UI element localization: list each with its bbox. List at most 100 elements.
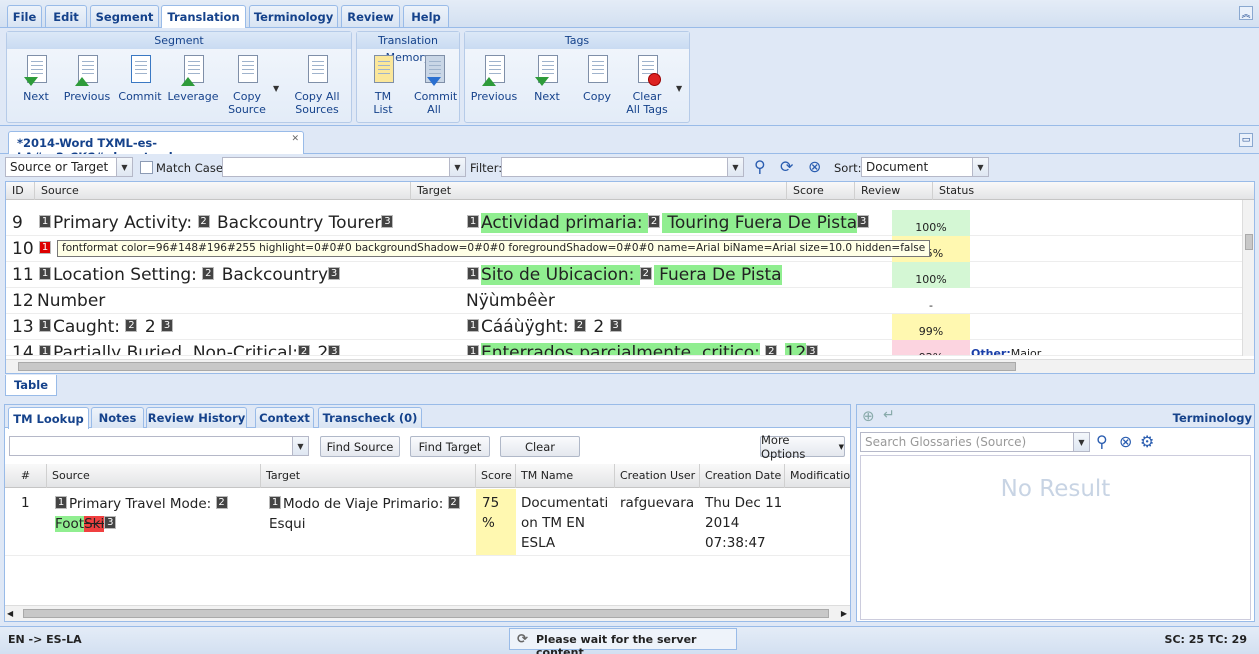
document-tab[interactable]: *2014-Word TXML-es-LA#rv2_CKC#.docx.txml…: [8, 131, 304, 164]
tag-3-icon: 3: [857, 214, 870, 228]
more-options-button[interactable]: More Options ▼: [760, 433, 845, 461]
col-tm-score[interactable]: Score: [476, 464, 516, 488]
copy-source-dropdown-icon[interactable]: ▼: [273, 84, 279, 93]
target-text[interactable]: 1 Actividad primaria: 2 Touring Fuera De …: [467, 210, 891, 236]
target-text[interactable]: Nÿùmbêèr: [466, 288, 890, 314]
segment-id: 11: [12, 265, 34, 285]
source-text[interactable]: Number: [37, 288, 457, 314]
col-modification[interactable]: Modification: [785, 464, 850, 488]
col-tm-source[interactable]: Source: [47, 464, 261, 488]
target-text[interactable]: 1 Cááùÿght: 2 2 3: [467, 314, 891, 340]
tag-3-icon: 3: [381, 214, 394, 228]
next-segment-icon: [22, 54, 50, 86]
col-creation-user[interactable]: Creation User: [615, 464, 700, 488]
commit-button[interactable]: Commit: [117, 54, 163, 103]
clear-all-tags-button[interactable]: Clear All Tags: [623, 54, 671, 116]
table-row[interactable]: 13 1 Caught: 2 2 3 1 Cááùÿght: 2 2 3 99%: [6, 314, 1242, 340]
table-row[interactable]: 11 1 Location Setting: 2 Backcountry 3 1 Si…: [6, 262, 1242, 288]
vertical-scrollbar[interactable]: [1242, 200, 1254, 356]
target-part: Actividad primaria:: [481, 213, 643, 233]
collapse-ribbon-icon[interactable]: ︽: [1239, 6, 1253, 20]
copy-tag-button[interactable]: Copy: [577, 54, 617, 103]
tab-translation[interactable]: Translation: [161, 5, 246, 28]
col-source[interactable]: Source: [35, 182, 411, 200]
scroll-thumb[interactable]: [18, 362, 1016, 371]
source-text[interactable]: 1 Caught: 2 2 3: [39, 314, 459, 340]
source-part: Location Setting:: [53, 265, 197, 285]
col-tm-name[interactable]: TM Name: [516, 464, 615, 488]
col-id[interactable]: ID: [6, 182, 35, 200]
col-tm-target[interactable]: Target: [261, 464, 476, 488]
tab-review-history[interactable]: Review History: [146, 407, 247, 428]
scroll-thumb[interactable]: [1245, 234, 1253, 250]
col-status[interactable]: Status: [933, 182, 1254, 200]
tab-edit[interactable]: Edit: [45, 5, 87, 27]
segment-counts: SC: 25 TC: 29: [1164, 633, 1247, 646]
col-target[interactable]: Target: [411, 182, 787, 200]
tm-horizontal-scrollbar[interactable]: ◀ ▶: [5, 605, 850, 621]
table-view-tab[interactable]: Table: [5, 375, 57, 396]
search-icon[interactable]: ⚲: [1096, 434, 1108, 450]
target-text[interactable]: 1 Enterrados parcialmente, critico: 2 12 3: [467, 340, 891, 355]
find-source-button[interactable]: Find Source: [320, 436, 400, 457]
tag-1-icon: 1: [39, 318, 51, 332]
tab-transcheck[interactable]: Transcheck (0): [318, 407, 422, 428]
find-target-button[interactable]: Find Target: [410, 436, 490, 457]
insert-term-icon[interactable]: ↵: [883, 407, 895, 423]
source-text[interactable]: 1 Partially Buried, Non-Critical: 2 23: [39, 340, 459, 355]
match-case-checkbox[interactable]: [140, 161, 153, 174]
tag-3-icon: 3: [806, 344, 819, 355]
tm-result-row[interactable]: 1 1 Primary Travel Mode: 2 FootSki 3 1 Modo …: [5, 489, 850, 556]
tab-segment[interactable]: Segment: [90, 5, 159, 27]
col-score[interactable]: Score: [787, 182, 855, 200]
tm-list-button[interactable]: TM List: [363, 54, 403, 116]
tm-result-target: 1 Modo de Viaje Primario: 2 Esqui: [269, 494, 474, 534]
tab-help[interactable]: Help: [403, 5, 449, 27]
glossary-search-input[interactable]: Search Glossaries (Source) ▼: [860, 432, 1090, 452]
tab-review[interactable]: Review: [341, 5, 400, 27]
clear-search-icon[interactable]: ⊗: [808, 159, 821, 175]
source-text[interactable]: 1 Location Setting: 2 Backcountry 3: [39, 262, 459, 288]
search-scope-select[interactable]: Source or Target ▼: [5, 157, 133, 177]
next-tag-button[interactable]: Next: [527, 54, 567, 103]
clear-search-icon[interactable]: ⊗: [1119, 434, 1132, 450]
filter-select[interactable]: ▼: [501, 157, 744, 177]
search-next-icon[interactable]: ⟳: [780, 159, 793, 175]
table-row[interactable]: 9 1 Primary Activity: 2 Backcountry Toure…: [6, 210, 1242, 236]
col-review[interactable]: Review: [855, 182, 933, 200]
tab-context[interactable]: Context: [255, 407, 314, 428]
search-input[interactable]: ▼: [222, 157, 466, 177]
sort-select[interactable]: Document ▼: [861, 157, 989, 177]
clear-tags-dropdown-icon[interactable]: ▼: [676, 84, 682, 93]
source-text[interactable]: 1 Primary Activity: 2 Backcountry Tourer 3: [39, 210, 459, 236]
maximize-icon[interactable]: ▭: [1239, 133, 1253, 147]
horizontal-scrollbar[interactable]: [6, 359, 1254, 373]
table-row[interactable]: 14 1 Partially Buried, Non-Critical: 2 23 …: [6, 340, 1242, 356]
tab-file[interactable]: File: [7, 5, 42, 27]
commit-all-button[interactable]: Commit All: [411, 54, 457, 116]
tm-search-input[interactable]: ▼: [9, 436, 309, 456]
search-icon[interactable]: ⚲: [754, 159, 766, 175]
tab-tm-lookup[interactable]: TM Lookup: [8, 407, 89, 429]
tab-terminology[interactable]: Terminology: [249, 5, 338, 27]
previous-tag-button[interactable]: Previous: [469, 54, 519, 103]
next-segment-button[interactable]: Next: [15, 54, 57, 103]
previous-segment-button[interactable]: Previous: [62, 54, 112, 103]
gear-icon[interactable]: ⚙: [1140, 434, 1154, 450]
copy-source-button[interactable]: Copy Source: [225, 54, 269, 116]
table-row[interactable]: 12 Number Nÿùmbêèr -: [6, 288, 1242, 314]
clear-button[interactable]: Clear: [500, 436, 580, 457]
source-text[interactable]: 1: [39, 236, 57, 262]
col-creation-date[interactable]: Creation Date: [700, 464, 785, 488]
add-term-icon[interactable]: ⊕: [862, 407, 875, 425]
leverage-button[interactable]: Leverage: [167, 54, 219, 103]
tag-3-icon: 3: [161, 318, 174, 332]
copy-all-sources-button[interactable]: Copy All Sources: [287, 54, 347, 116]
scroll-thumb[interactable]: [23, 609, 829, 618]
close-tab-icon[interactable]: ✕: [291, 134, 299, 144]
target-text[interactable]: 1 Sito de Ubicacion: 2 Fuera De Pista: [467, 262, 891, 288]
scroll-left-icon[interactable]: ◀: [7, 609, 13, 618]
col-num[interactable]: #: [5, 464, 47, 488]
scroll-right-icon[interactable]: ▶: [841, 609, 847, 618]
tab-notes[interactable]: Notes: [91, 407, 144, 428]
